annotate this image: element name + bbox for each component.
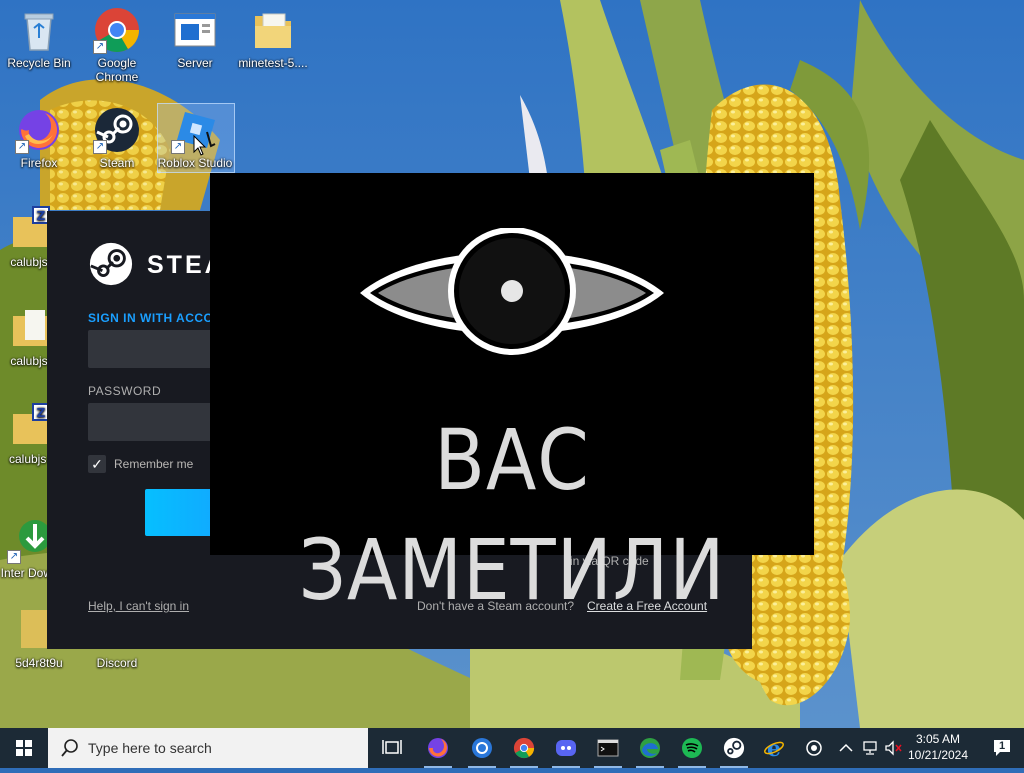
password-label: PASSWORD — [88, 384, 162, 398]
desktop-icon-label: Roblox Studio — [157, 156, 233, 170]
shortcut-arrow-icon: ↗ — [171, 140, 185, 154]
discord-icon — [556, 740, 576, 756]
eye-icon — [360, 228, 664, 355]
chrome-icon — [513, 737, 535, 759]
warning-message: ВАС ЗАМЕТИЛИ — [298, 411, 726, 619]
shortcut-arrow-icon: ↗ — [93, 140, 107, 154]
firefox-icon — [428, 738, 448, 758]
firefox-icon: ↗ — [15, 106, 63, 154]
remember-me-checkbox[interactable]: ✓ — [88, 455, 106, 473]
internet-explorer-icon: e — [764, 737, 784, 759]
task-view-button[interactable] — [372, 728, 412, 768]
recycle-bin-icon — [15, 6, 63, 54]
shortcut-arrow-icon: ↗ — [7, 550, 21, 564]
svg-text:Z: Z — [37, 209, 46, 223]
desktop-icon-label: Server — [177, 56, 213, 70]
desktop-icon-label: Firefox — [20, 156, 58, 170]
taskbar-steam[interactable] — [714, 728, 754, 768]
action-center-button[interactable]: 1 — [980, 728, 1024, 768]
folder-icon — [249, 6, 297, 54]
start-button[interactable] — [0, 728, 48, 768]
terminal-icon — [597, 739, 619, 757]
shortcut-arrow-icon: ↗ — [15, 140, 29, 154]
chevron-up-icon[interactable] — [838, 742, 854, 754]
desktop-icon-minetest[interactable]: minetest-5.... — [234, 6, 312, 70]
clock-date: 10/21/2024 — [907, 748, 969, 762]
desktop-icon-label: Discord — [96, 656, 138, 670]
desktop-icon-label: Google Chrome — [95, 56, 139, 84]
desktop-icon-label: minetest-5.... — [238, 56, 308, 70]
chrome-icon: ↗ — [93, 6, 141, 54]
desktop-icon-label: Recycle Bin — [7, 56, 71, 70]
taskbar-internet-explorer[interactable]: e — [754, 728, 794, 768]
sign-in-label: SIGN IN WITH ACCOU — [88, 311, 223, 325]
search-icon — [61, 739, 78, 757]
taskbar-terminal[interactable] — [588, 728, 628, 768]
notification-count: 1 — [999, 740, 1006, 752]
steam-icon — [723, 737, 745, 759]
taskbar: Type here to search e 3:05 AM 10/21/2024… — [0, 728, 1024, 768]
windows-logo-icon — [16, 740, 32, 756]
browser-app-icon — [472, 738, 492, 758]
taskbar-spotify[interactable] — [672, 728, 712, 768]
steam-icon: ↗ — [93, 106, 141, 154]
task-view-icon — [382, 740, 402, 754]
shortcut-arrow-icon: ↗ — [93, 40, 107, 54]
svg-text:Z: Z — [37, 406, 46, 420]
taskbar-app-blue[interactable] — [462, 728, 502, 768]
mouse-cursor-icon — [193, 135, 207, 156]
taskbar-edge[interactable] — [630, 728, 670, 768]
help-cant-sign-in-link[interactable]: Help, I can't sign in — [88, 599, 189, 613]
edge-icon — [640, 738, 660, 758]
desktop-icon-label: Steam — [99, 156, 135, 170]
taskbar-firefox[interactable] — [418, 728, 458, 768]
spotify-icon — [682, 738, 702, 758]
desktop-icon-steam[interactable]: ↗ Steam — [78, 106, 156, 170]
clock-time: 3:05 AM — [915, 732, 961, 746]
desktop-icon-firefox[interactable]: ↗ Firefox — [0, 106, 78, 170]
taskbar-discord[interactable] — [546, 728, 586, 768]
desktop-icon-google-chrome[interactable]: ↗ Google Chrome — [78, 6, 156, 84]
warning-overlay: ВАС ЗАМЕТИЛИ — [210, 173, 814, 619]
search-placeholder: Type here to search — [88, 740, 212, 756]
taskbar-tray-app[interactable] — [794, 728, 834, 768]
svg-text:e: e — [767, 737, 781, 759]
taskbar-search-box[interactable]: Type here to search — [48, 728, 368, 768]
steam-logo-icon — [89, 242, 133, 286]
app-shield-icon — [806, 740, 822, 756]
desktop-icon-recycle-bin[interactable]: Recycle Bin — [0, 6, 78, 70]
remember-me-label[interactable]: Remember me — [114, 457, 193, 471]
desktop-icon-server[interactable]: Server — [156, 6, 234, 70]
taskbar-chrome[interactable] — [504, 728, 544, 768]
server-window-icon — [171, 6, 219, 54]
desktop-icon-label: 5d4r8t9u — [15, 656, 63, 670]
network-icon[interactable] — [862, 740, 880, 756]
system-clock[interactable]: 3:05 AM 10/21/2024 — [898, 731, 978, 763]
